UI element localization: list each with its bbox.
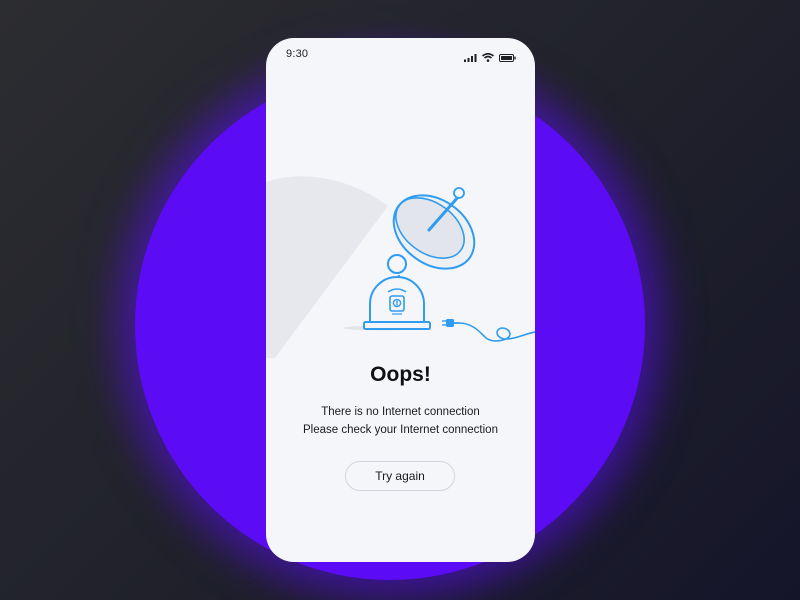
- phone-screen: 9:30 Oops! There is no Internet connecti…: [266, 38, 535, 562]
- try-again-button[interactable]: Try again: [345, 461, 455, 491]
- status-icons: [464, 49, 516, 67]
- error-message-line2: Please check your Internet connection: [303, 424, 498, 436]
- error-message-line1: There is no Internet connection: [321, 406, 480, 418]
- signal-icon: [464, 49, 477, 67]
- status-bar: 9:30: [266, 38, 535, 72]
- status-time: 9:30: [286, 48, 309, 60]
- error-title: Oops!: [370, 363, 431, 386]
- wifi-icon: [481, 49, 495, 67]
- battery-icon: [499, 49, 516, 67]
- satellite-dish-unplugged-icon: [266, 176, 535, 370]
- no-connection-illustration: [266, 158, 535, 370]
